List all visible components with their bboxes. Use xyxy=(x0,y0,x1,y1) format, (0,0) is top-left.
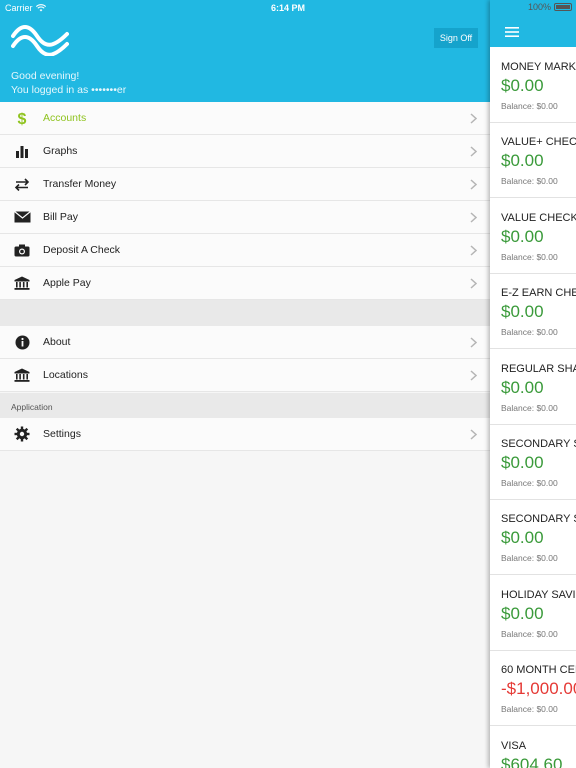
account-row[interactable]: HOLIDAY SAVINGS $0.00 Balance: $0.00 xyxy=(490,576,576,651)
dollar-icon: $ xyxy=(13,110,31,126)
account-row[interactable]: 60 MONTH CERTIFICATE -$1,000.00 Balance: $… xyxy=(490,651,576,727)
menu-item-label: Locations xyxy=(43,369,88,381)
info-icon xyxy=(13,334,31,350)
account-name: VALUE CHECKING xyxy=(501,211,576,224)
menu-item-label: Deposit A Check xyxy=(43,244,121,256)
account-row[interactable]: MONEY MARKET $0.00 Balance: $0.00 xyxy=(490,48,576,123)
account-name: REGULAR SHARES xyxy=(501,362,576,375)
menu-item-label: Settings xyxy=(43,428,81,440)
account-name: 60 MONTH CERTIFICATE xyxy=(501,664,576,677)
chevron-right-icon xyxy=(470,370,477,381)
account-name: SECONDARY SHARES xyxy=(501,513,576,526)
menu-item-settings[interactable]: Settings xyxy=(0,418,490,451)
account-balance: Balance: $0.00 xyxy=(501,704,558,715)
chevron-right-icon xyxy=(470,179,477,190)
logo-icon xyxy=(11,25,69,56)
account-balance: Balance: $0.00 xyxy=(501,101,558,111)
menu-item-locations[interactable]: Locations xyxy=(0,359,490,392)
account-row[interactable]: REGULAR SHARES $0.00 Balance: $0.00 xyxy=(490,350,576,425)
account-name: E-Z EARN CHECKING xyxy=(501,287,576,300)
menu-item-label: Graphs xyxy=(43,145,78,157)
menu-item-apple-pay[interactable]: Apple Pay xyxy=(0,267,490,300)
account-amount: $0.00 xyxy=(501,528,544,548)
greeting: Good evening! You logged in as •••••••er xyxy=(11,69,126,97)
account-balance: Balance: $0.00 xyxy=(501,553,558,564)
gear-icon xyxy=(13,426,31,442)
account-amount: $0.00 xyxy=(501,151,544,171)
status-time: 6:14 PM xyxy=(270,3,305,13)
chevron-right-icon xyxy=(470,429,477,440)
account-balance: Balance: $0.00 xyxy=(501,251,558,262)
battery-label: 100% xyxy=(527,2,551,12)
account-row[interactable]: VALUE+ CHECKING $0.00 Balance: $0.00 xyxy=(490,123,576,199)
account-name: VALUE+ CHECKING xyxy=(501,136,576,149)
account-balance: Balance: $0.00 xyxy=(501,402,558,413)
account-amount: $0.00 xyxy=(501,377,544,397)
account-row[interactable]: SECONDARY SHARES $0.00 Balance: $0.00 xyxy=(490,425,576,500)
side-menu: Sign Off Good evening! You logged in as … xyxy=(0,0,490,768)
menu-item-label: Accounts xyxy=(43,112,87,124)
account-balance: Balance: $0.00 xyxy=(501,628,558,639)
menu-item-label: Apple Pay xyxy=(43,277,91,289)
menu-item-label: Transfer Money xyxy=(43,178,117,190)
svg-text:$: $ xyxy=(18,111,27,126)
chevron-right-icon xyxy=(470,278,477,289)
account-amount: $0.00 xyxy=(501,302,544,322)
logged-in-text: You logged in as •••••••er xyxy=(11,84,127,96)
menu-item-bill-pay[interactable]: Bill Pay xyxy=(0,201,490,234)
account-balance: Balance: $0.00 xyxy=(501,478,558,488)
account-name: VISA xyxy=(501,739,527,752)
transfer-arrows-icon xyxy=(13,176,31,192)
camera-icon xyxy=(13,242,31,258)
account-name: MONEY MARKET xyxy=(501,61,576,73)
section-label: Application xyxy=(11,402,53,412)
bank-icon xyxy=(13,275,31,291)
menu-item-label: Bill Pay xyxy=(43,211,79,223)
accounts-panel: MONEY MARKET$0.00Balance: $0.00VALUE+ CH… xyxy=(490,0,576,768)
greeting-text: Good evening! xyxy=(11,70,80,82)
account-row[interactable]: E-Z EARN CHECKING $0.00 Balance: $0.00 xyxy=(490,274,576,350)
chevron-right-icon xyxy=(470,245,477,256)
menu-spacer xyxy=(0,300,490,326)
account-name: SECONDARY SHARES xyxy=(501,438,576,450)
account-amount: $0.00 xyxy=(501,226,544,246)
menu-item-about[interactable]: About xyxy=(0,326,490,359)
chevron-right-icon xyxy=(470,212,477,223)
account-amount: $0.00 xyxy=(501,453,544,472)
chevron-right-icon xyxy=(470,337,477,348)
account-name: HOLIDAY SAVINGS xyxy=(501,588,576,601)
account-amount: -$1,000.00 xyxy=(501,679,576,699)
account-amount: $604.60 xyxy=(501,754,563,768)
section-header-application: Application xyxy=(0,393,490,418)
battery-indicator: 100% xyxy=(528,2,572,12)
menu-item-deposit-check[interactable]: Deposit A Check xyxy=(0,234,490,267)
menu-item-transfer-money[interactable]: Transfer Money xyxy=(0,168,490,201)
sign-off-button[interactable]: Sign Off xyxy=(434,28,478,48)
account-row[interactable]: SECONDARY SHARES $0.00 Balance: $0.00 xyxy=(490,500,576,576)
account-balance: Balance: $0.00 xyxy=(501,176,558,187)
bank-icon xyxy=(13,367,31,383)
hamburger-menu-icon[interactable] xyxy=(505,27,519,37)
menu-item-label: About xyxy=(43,336,71,348)
status-bar: Carrier 6:14 PM 100% xyxy=(0,0,576,16)
account-amount: $0.00 xyxy=(501,603,544,623)
chevron-right-icon xyxy=(470,113,477,124)
account-balance: Balance: $0.00 xyxy=(501,327,558,338)
menu-item-accounts[interactable]: $ Accounts xyxy=(0,102,490,135)
envelope-icon xyxy=(13,209,31,225)
bar-chart-icon xyxy=(13,143,31,159)
account-amount: $0.00 xyxy=(501,76,544,95)
account-row[interactable]: VISA $604.60 xyxy=(490,727,576,768)
battery-icon xyxy=(554,3,572,11)
menu-item-graphs[interactable]: Graphs xyxy=(0,135,490,168)
chevron-right-icon xyxy=(470,146,477,157)
account-row[interactable]: VALUE CHECKING $0.00 Balance: $0.00 xyxy=(490,199,576,274)
